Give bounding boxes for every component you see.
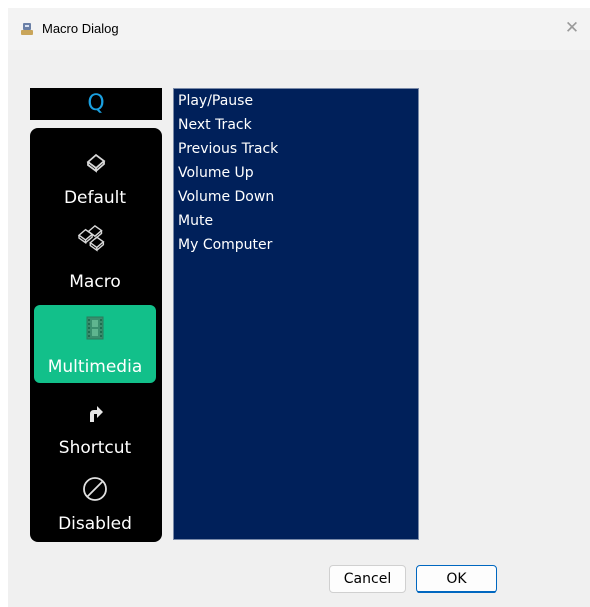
multi-keycap-icon [77,224,105,252]
title-bar: Macro Dialog ✕ [8,8,590,50]
list-item[interactable]: Previous Track [178,137,278,161]
function-list[interactable]: Play/Pause Next Track Previous Track Vol… [173,88,419,540]
window-title: Macro Dialog [42,21,119,36]
ok-button[interactable]: OK [416,565,497,593]
list-item[interactable]: Mute [178,209,213,233]
list-item[interactable]: Volume Up [178,161,254,185]
mode-default[interactable]: Default [34,138,156,216]
mode-default-label: Default [63,188,127,208]
mode-shortcut-label: Shortcut [58,438,132,458]
list-item[interactable]: Play/Pause [178,89,253,113]
disabled-circle-icon [83,477,107,501]
list-item[interactable]: My Computer [178,233,272,257]
mode-shortcut[interactable]: Shortcut [34,390,156,468]
key-label: Q [30,88,162,120]
list-item[interactable]: Volume Down [178,185,274,209]
mode-macro[interactable]: Macro [34,220,156,298]
keycap-icon [86,153,106,173]
app-icon [21,23,33,35]
close-icon[interactable]: ✕ [560,16,584,40]
mode-multimedia[interactable]: Multimedia [34,305,156,383]
mode-disabled-label: Disabled [58,514,132,534]
mode-macro-label: Macro [69,272,121,292]
cancel-button[interactable]: Cancel [329,565,406,593]
film-strip-icon [86,316,104,340]
mode-multimedia-label: Multimedia [47,357,143,377]
shortcut-arrow-icon [90,406,103,422]
macro-dialog-window: Macro Dialog ✕ Q Default Macro Multimedi… [8,8,590,607]
mode-disabled[interactable]: Disabled [34,470,156,542]
list-item[interactable]: Next Track [178,113,252,137]
mode-panel: Default Macro Multimedia Shortcut Disabl… [30,128,162,542]
